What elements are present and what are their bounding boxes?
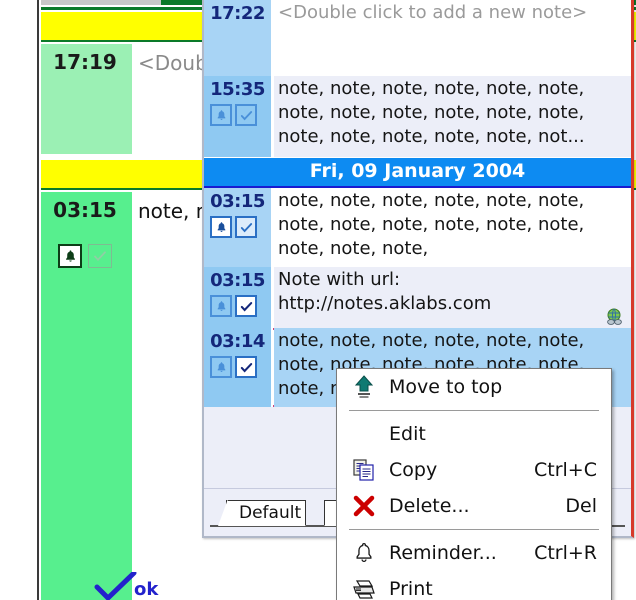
note-text[interactable]: <Double click to add a new note> <box>274 0 631 76</box>
tab-default[interactable]: Default <box>217 499 307 526</box>
printer-icon <box>351 576 377 600</box>
note-icons <box>210 216 257 238</box>
list-item[interactable]: 15:35 note, note, note, note, note, note… <box>204 76 631 157</box>
menu-item-move-to-top[interactable]: Move to top <box>337 369 611 405</box>
menu-item-edit[interactable]: Edit <box>337 416 611 452</box>
menu-item-label: Reminder... <box>389 542 497 564</box>
menu-item-delete[interactable]: Delete... Del <box>337 488 611 524</box>
context-menu[interactable]: Move to top Edit Copy Ctrl+C Delete... D… <box>336 368 612 600</box>
note-line: Note with url: <box>278 269 401 290</box>
menu-item-accel: Ctrl+R <box>534 542 597 564</box>
copy-icon <box>351 457 377 483</box>
menu-item-label: Move to top <box>389 376 503 398</box>
note-line: note, note, note, note, note, note, <box>278 190 585 211</box>
bg-note-time: 17:19 <box>53 50 117 74</box>
bell-icon[interactable] <box>210 104 232 126</box>
checkbox-done[interactable] <box>235 216 257 238</box>
note-line: <Double click to add a new note> <box>278 2 588 23</box>
note-line: note, note, note, note, note, not... <box>278 126 585 147</box>
delete-x-icon <box>351 493 377 519</box>
menu-item-reminder[interactable]: Reminder... Ctrl+R <box>337 535 611 571</box>
bell-icon[interactable] <box>210 295 232 317</box>
bg-note-time-col: 03:15 <box>41 192 129 600</box>
menu-item-label: Delete... <box>389 495 470 517</box>
menu-item-label: Print <box>389 578 433 600</box>
note-text[interactable]: Note with url: http://notes.aklabs.com <box>274 267 631 328</box>
note-time: 03:14 <box>210 331 265 352</box>
menu-item-accel: Del <box>565 495 597 517</box>
note-icons <box>210 295 257 317</box>
checkbox-done[interactable] <box>235 295 257 317</box>
date-group-header[interactable]: Fri, 09 January 2004 <box>204 157 631 188</box>
note-icons <box>210 104 257 126</box>
note-line: note, note, note, note, note, note, <box>278 102 585 123</box>
menu-item-print[interactable]: Print <box>337 571 611 600</box>
list-item[interactable]: 03:15 <box>204 267 631 328</box>
bell-icon[interactable] <box>210 216 232 238</box>
arrow-up-icon <box>351 374 377 400</box>
note-line[interactable]: http://notes.aklabs.com <box>278 292 629 316</box>
note-time-col: 03:15 <box>204 188 271 267</box>
bell-icon <box>351 540 377 566</box>
bg-note-icons <box>58 244 112 268</box>
ok-checkmark[interactable]: ok <box>94 572 174 600</box>
globe-url-icon[interactable] <box>603 308 625 326</box>
note-line: note, note, note, <box>278 238 429 259</box>
note-time: 03:15 <box>210 270 265 291</box>
bg-note-time-col: 17:19 <box>41 44 129 154</box>
list-item[interactable]: 03:15 <box>204 188 631 267</box>
note-time-col: 03:14 <box>204 328 271 407</box>
note-time: 17:22 <box>210 3 265 24</box>
ok-label: ok <box>134 579 159 600</box>
menu-item-accel: Ctrl+C <box>534 459 597 481</box>
note-time-col: 03:15 <box>204 267 271 328</box>
menu-item-label: Edit <box>389 423 426 445</box>
note-time-col: 17:22 <box>204 0 271 76</box>
bg-note-time: 03:15 <box>53 198 117 222</box>
menu-separator <box>349 410 599 411</box>
screenshot-root: Sat 17:19 <Doub 03:15 <box>0 0 636 600</box>
bell-icon[interactable] <box>58 244 82 268</box>
menu-item-copy[interactable]: Copy Ctrl+C <box>337 452 611 488</box>
list-item[interactable]: 17:22 <Double click to add a new note> <box>204 0 631 76</box>
note-line: note, note, note, note, note, note, <box>278 214 585 235</box>
note-text[interactable]: note, note, note, note, note, note, note… <box>274 76 631 157</box>
note-time-col: 15:35 <box>204 76 271 157</box>
note-line: note, note, note, note, note, note, <box>278 330 585 351</box>
check-icon <box>94 572 137 600</box>
note-time: 03:15 <box>210 191 265 212</box>
bell-icon[interactable] <box>210 356 232 378</box>
note-time: 15:35 <box>210 79 265 100</box>
checkbox-done[interactable] <box>235 356 257 378</box>
checkbox-done[interactable] <box>88 244 112 268</box>
note-line: note, note, note, note, note, note, <box>278 78 585 99</box>
checkbox-done[interactable] <box>235 104 257 126</box>
menu-separator <box>349 529 599 530</box>
menu-item-label: Copy <box>389 459 438 481</box>
note-text[interactable]: note, note, note, note, note, note, note… <box>274 188 631 267</box>
edit-icon-placeholder <box>351 421 377 447</box>
note-icons <box>210 356 257 378</box>
